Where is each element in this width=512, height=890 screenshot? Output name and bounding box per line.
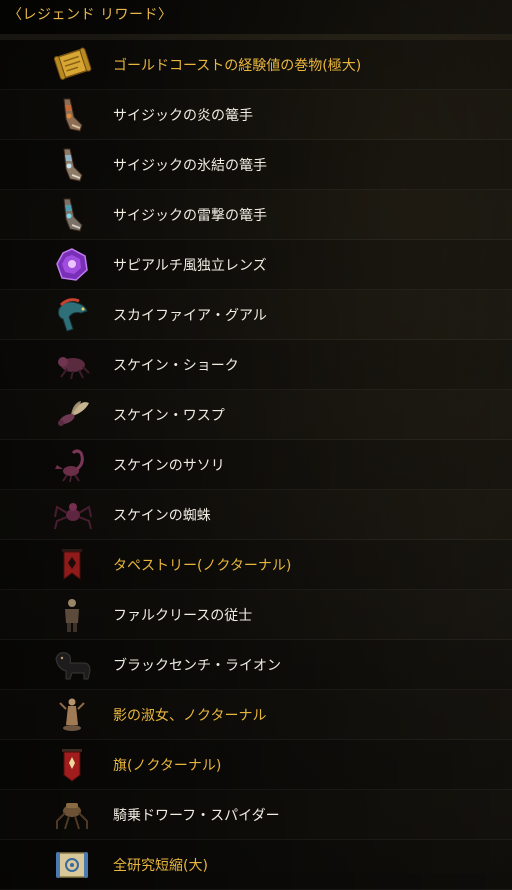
- item-label: スカイファイア・グアル: [113, 307, 267, 324]
- tapestry-icon: [50, 544, 94, 585]
- item-label: スケインのサソリ: [113, 457, 225, 474]
- list-item[interactable]: 騎乗ドワーフ・スパイダー: [0, 790, 512, 840]
- list-item[interactable]: スケイン・ショーク: [0, 340, 512, 390]
- list-item[interactable]: ゴールドコーストの経験値の巻物(極大): [0, 40, 512, 90]
- list-item[interactable]: サイジックの雷撃の篭手: [0, 190, 512, 240]
- legend-rewards-panel: 〈レジェンド リワード〉 ゴールドコーストの経験値の巻物(極大) サイジックの炎…: [0, 0, 512, 890]
- item-label: タペストリー(ノクターナル): [113, 557, 292, 574]
- list-item[interactable]: サイジックの氷結の篭手: [0, 140, 512, 190]
- list-item[interactable]: ブラックセンチ・ライオン: [0, 640, 512, 690]
- list-item[interactable]: スケインのサソリ: [0, 440, 512, 490]
- squire-icon: [50, 594, 94, 635]
- list-item[interactable]: サピアルチ風独立レンズ: [0, 240, 512, 290]
- item-label: サイジックの氷結の篭手: [113, 157, 267, 174]
- shalk-icon: [50, 344, 94, 385]
- item-label: 旗(ノクターナル): [113, 757, 222, 774]
- wasp-icon: [50, 394, 94, 435]
- gauntlet-icon: [50, 194, 94, 235]
- list-item[interactable]: 旗(ノクターナル): [0, 740, 512, 790]
- item-label: ゴールドコーストの経験値の巻物(極大): [113, 57, 362, 74]
- list-item[interactable]: スケインの蜘蛛: [0, 490, 512, 540]
- item-label: サイジックの炎の篭手: [113, 107, 253, 124]
- reward-list: ゴールドコーストの経験値の巻物(極大) サイジックの炎の篭手 サイジックの氷結の…: [0, 40, 512, 890]
- list-item[interactable]: スケイン・ワスプ: [0, 390, 512, 440]
- panel-title: 〈レジェンド リワード〉: [0, 0, 512, 34]
- item-label: 影の淑女、ノクターナル: [113, 707, 267, 724]
- item-label: サピアルチ風独立レンズ: [113, 257, 267, 274]
- guar-icon: [50, 294, 94, 335]
- list-item[interactable]: タペストリー(ノクターナル): [0, 540, 512, 590]
- item-label: ブラックセンチ・ライオン: [113, 657, 281, 674]
- item-label: ファルクリースの従士: [113, 607, 253, 624]
- list-item[interactable]: 影の淑女、ノクターナル: [0, 690, 512, 740]
- banner-icon: [50, 744, 94, 785]
- scorpion-icon: [50, 444, 94, 485]
- list-item[interactable]: サイジックの炎の篭手: [0, 90, 512, 140]
- list-item[interactable]: スカイファイア・グアル: [0, 290, 512, 340]
- list-item[interactable]: 全研究短縮(大): [0, 840, 512, 890]
- list-item[interactable]: ファルクリースの従士: [0, 590, 512, 640]
- item-label: スケインの蜘蛛: [113, 507, 211, 524]
- lens-icon: [50, 244, 94, 285]
- item-label: 全研究短縮(大): [113, 857, 208, 874]
- gauntlet-icon: [50, 144, 94, 185]
- dwarven-spider-icon: [50, 794, 94, 835]
- spider-icon: [50, 494, 94, 535]
- item-label: スケイン・ショーク: [113, 357, 239, 374]
- gauntlet-icon: [50, 94, 94, 135]
- item-label: 騎乗ドワーフ・スパイダー: [113, 807, 280, 824]
- lion-icon: [50, 644, 94, 685]
- item-label: サイジックの雷撃の篭手: [113, 207, 267, 224]
- scroll-icon: [50, 44, 94, 85]
- item-label: スケイン・ワスプ: [113, 407, 225, 424]
- statue-icon: [50, 694, 94, 735]
- research-scroll-icon: [50, 844, 94, 885]
